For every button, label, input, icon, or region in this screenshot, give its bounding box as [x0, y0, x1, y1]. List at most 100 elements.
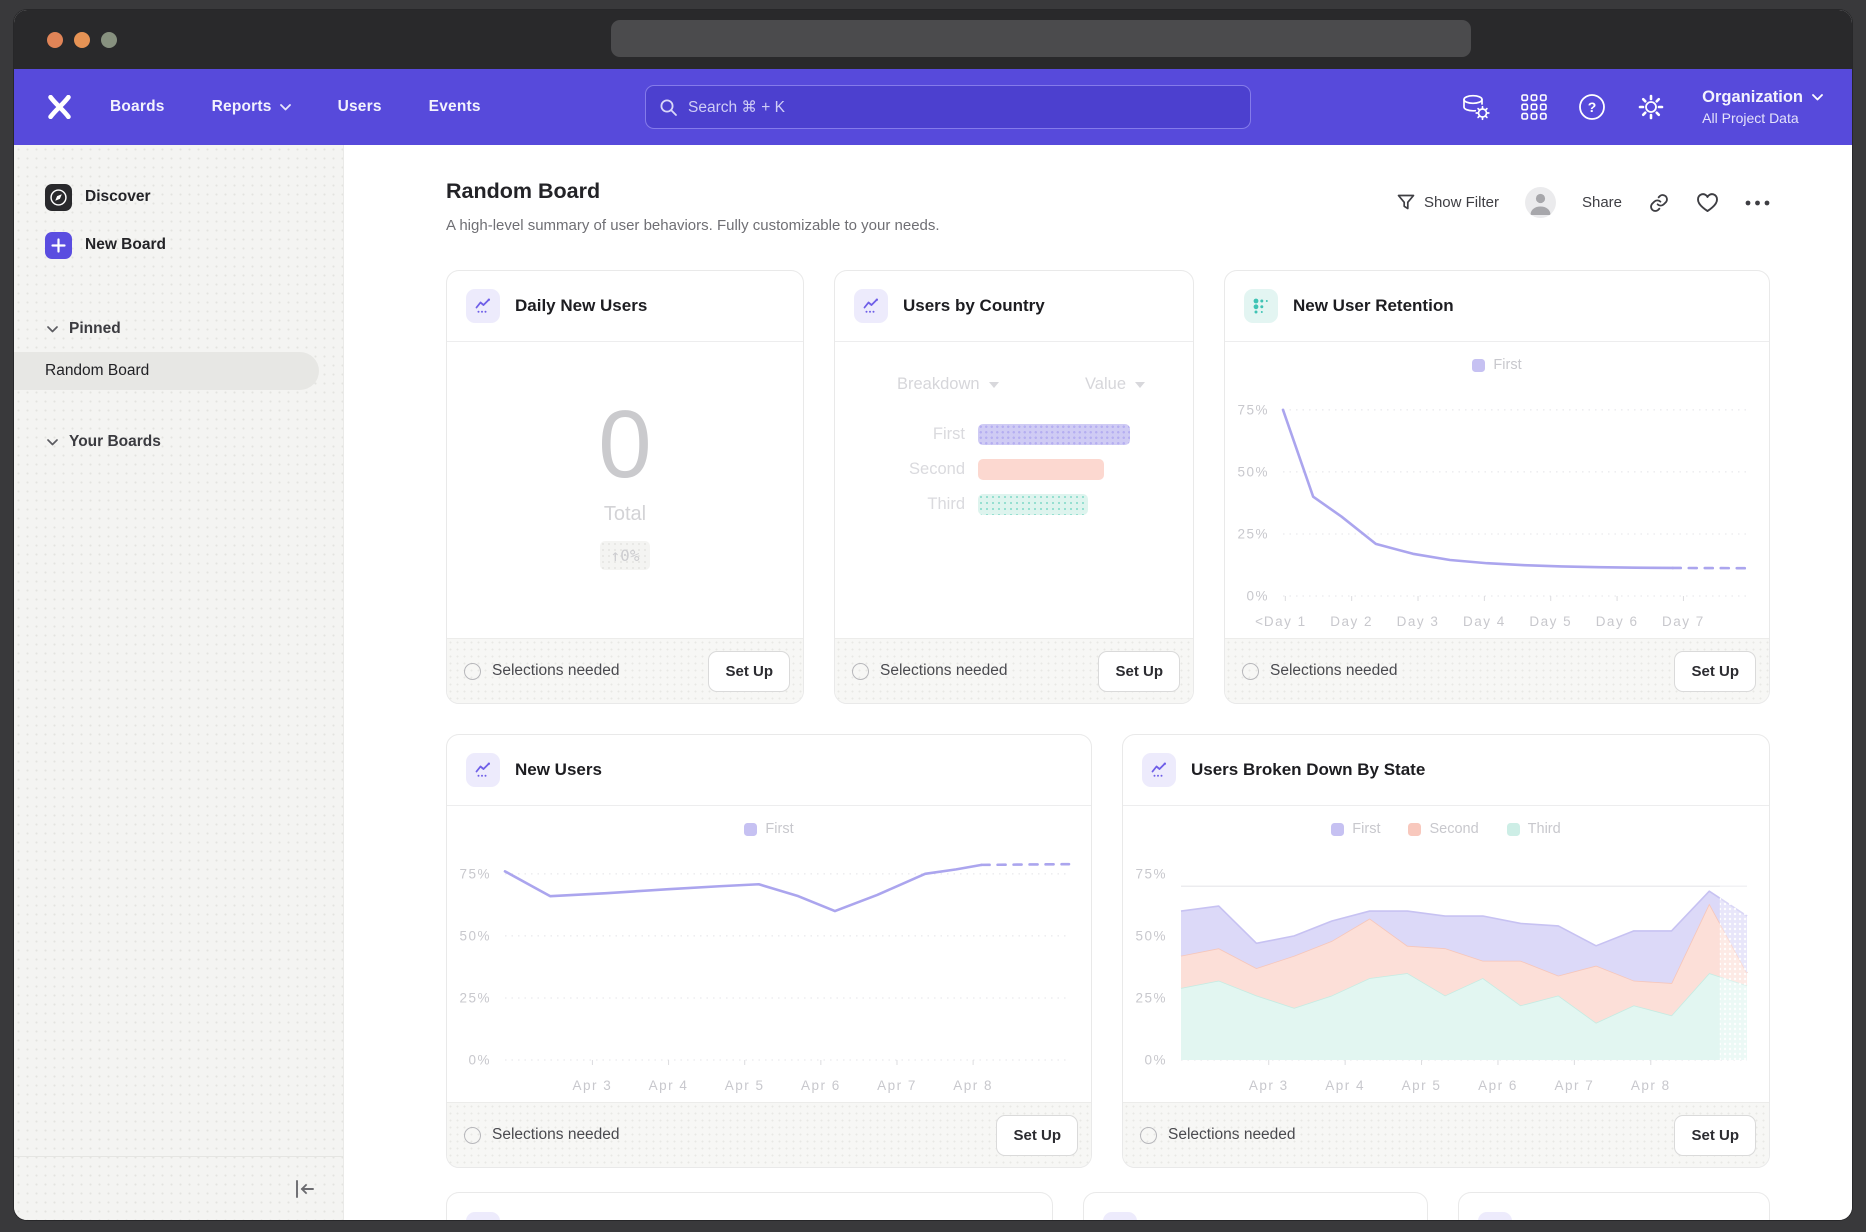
set-up-button[interactable]: Set Up: [1098, 651, 1180, 692]
svg-text:Apr 8: Apr 8: [953, 1078, 993, 1093]
breakdown-dropdown-label: Breakdown: [897, 375, 980, 394]
card-users-by-country: Users by Country Breakdown Value: [834, 270, 1194, 704]
card-title: New User Retention: [1293, 296, 1454, 316]
chevron-down-icon: [47, 326, 58, 333]
card-stacked-line-graph: Stacked Line Graph: [446, 1192, 1053, 1220]
sidebar-footer: [14, 1156, 343, 1220]
breakdown-row-label: First: [835, 425, 965, 444]
sidebar-section-pinned[interactable]: Pinned: [47, 318, 343, 340]
card-footer: Selections needed Set Up: [1225, 638, 1769, 703]
set-up-button[interactable]: Set Up: [1674, 1115, 1756, 1156]
selection-radio[interactable]: [1140, 1127, 1157, 1144]
chart-legend: First: [1225, 357, 1769, 373]
card-title: Active Users: [1527, 1219, 1630, 1221]
selection-radio[interactable]: [1242, 663, 1259, 680]
nav-item-reports[interactable]: Reports: [212, 98, 291, 116]
selection-radio[interactable]: [852, 663, 869, 680]
heart-icon[interactable]: [1696, 192, 1719, 213]
sidebar-item-random-board[interactable]: Random Board: [14, 352, 319, 390]
selection-radio[interactable]: [464, 663, 481, 680]
card-daily-new-users: Daily New Users 0 Total ↑0% Selections n…: [446, 270, 804, 704]
svg-text:?: ?: [1588, 99, 1597, 115]
value-dropdown[interactable]: Value: [1085, 375, 1145, 394]
chevron-down-icon: [1135, 382, 1145, 388]
selections-needed-label: Selections needed: [880, 662, 1008, 680]
window-zoom-button[interactable]: [101, 32, 117, 48]
help-icon[interactable]: ?: [1578, 93, 1606, 121]
svg-text:Day 5: Day 5: [1529, 614, 1572, 629]
legend-label: First: [765, 821, 793, 837]
share-button[interactable]: Share: [1582, 194, 1622, 211]
link-icon[interactable]: [1648, 192, 1670, 214]
set-up-button[interactable]: Set Up: [708, 651, 790, 692]
users-by-state-chart: 0%25%50%75%Apr 3Apr 4Apr 5Apr 6Apr 7Apr …: [1123, 837, 1769, 1102]
legend-item[interactable]: First: [744, 821, 793, 837]
breakdown-row: First: [835, 424, 1193, 445]
legend-item[interactable]: First: [1331, 821, 1380, 837]
nav-utilities: ? Organization All Project Data: [1460, 69, 1823, 145]
search-icon: [659, 98, 678, 117]
more-options-icon[interactable]: [1745, 200, 1770, 206]
legend-chip: [1331, 823, 1344, 836]
breakdown-row-bar: [978, 424, 1130, 445]
nav-item-events[interactable]: Events: [429, 98, 481, 116]
nav-menu: Boards Reports Users Events: [110, 69, 481, 145]
window-minimize-button[interactable]: [74, 32, 90, 48]
window-close-button[interactable]: [47, 32, 63, 48]
svg-text:0%: 0%: [468, 1053, 491, 1068]
svg-text:Day 4: Day 4: [1463, 614, 1506, 629]
set-up-button[interactable]: Set Up: [1674, 651, 1756, 692]
organization-switcher[interactable]: Organization All Project Data: [1702, 87, 1823, 127]
set-up-button[interactable]: Set Up: [996, 1115, 1078, 1156]
card-footer: Selections needed Set Up: [447, 638, 803, 703]
mixpanel-logo-icon[interactable]: [47, 95, 72, 119]
line-chart-icon: [1142, 753, 1176, 787]
organization-name: Organization: [1702, 87, 1803, 107]
svg-text:75%: 75%: [459, 866, 491, 881]
settings-gear-icon[interactable]: [1637, 93, 1665, 121]
window-titlebar: [14, 10, 1852, 69]
section-label: Your Boards: [69, 433, 161, 451]
svg-text:Apr 7: Apr 7: [1554, 1078, 1594, 1093]
nav-item-boards[interactable]: Boards: [110, 98, 165, 116]
sidebar-section-your-boards[interactable]: Your Boards: [47, 431, 343, 453]
legend-item[interactable]: Third: [1507, 821, 1561, 837]
sidebar: Discover New Board Pinned Random Board: [14, 145, 344, 1220]
search-input[interactable]: Search ⌘ + K: [645, 85, 1251, 129]
selection-radio[interactable]: [464, 1127, 481, 1144]
card-insights-report: Insights Report: [1083, 1192, 1428, 1220]
card-title: Users by Country: [903, 296, 1045, 316]
nav-item-label: Boards: [110, 98, 165, 116]
selections-needed-label: Selections needed: [492, 662, 620, 680]
legend-label: First: [1493, 357, 1521, 373]
sidebar-item-new-board[interactable]: New Board: [45, 231, 343, 259]
sidebar-item-discover[interactable]: Discover: [45, 183, 343, 211]
apps-grid-icon[interactable]: [1521, 94, 1547, 120]
breakdown-dropdown[interactable]: Breakdown: [897, 375, 999, 394]
compass-icon: [45, 184, 72, 211]
legend-item[interactable]: First: [1472, 357, 1521, 373]
data-management-icon[interactable]: [1460, 93, 1490, 121]
selections-needed-label: Selections needed: [1168, 1126, 1296, 1144]
show-filter-button[interactable]: Show Filter: [1397, 194, 1499, 211]
card-footer: Selections needed Set Up: [447, 1102, 1091, 1167]
svg-text:Apr 8: Apr 8: [1631, 1078, 1671, 1093]
avatar[interactable]: [1525, 187, 1556, 218]
collapse-sidebar-icon[interactable]: [293, 1177, 317, 1201]
address-bar[interactable]: [611, 20, 1471, 57]
line-chart-icon: [466, 1212, 500, 1221]
retention-chart: 0%25%50%75%<Day 1Day 2Day 3Day 4Day 5Day…: [1225, 373, 1769, 638]
retention-grid-icon: [1244, 289, 1278, 323]
legend-label: Third: [1528, 821, 1561, 837]
line-chart-icon: [854, 289, 888, 323]
nav-item-users[interactable]: Users: [338, 98, 382, 116]
svg-text:75%: 75%: [1135, 866, 1167, 881]
line-chart-icon: [466, 289, 500, 323]
legend-item[interactable]: Second: [1408, 821, 1478, 837]
chart-legend: First: [447, 821, 1091, 837]
show-filter-label: Show Filter: [1424, 194, 1499, 211]
card-title: Insights Report: [1152, 1219, 1277, 1221]
filter-funnel-icon: [1397, 194, 1415, 211]
selections-needed-label: Selections needed: [1270, 662, 1398, 680]
sidebar-item-label: Random Board: [45, 362, 149, 380]
